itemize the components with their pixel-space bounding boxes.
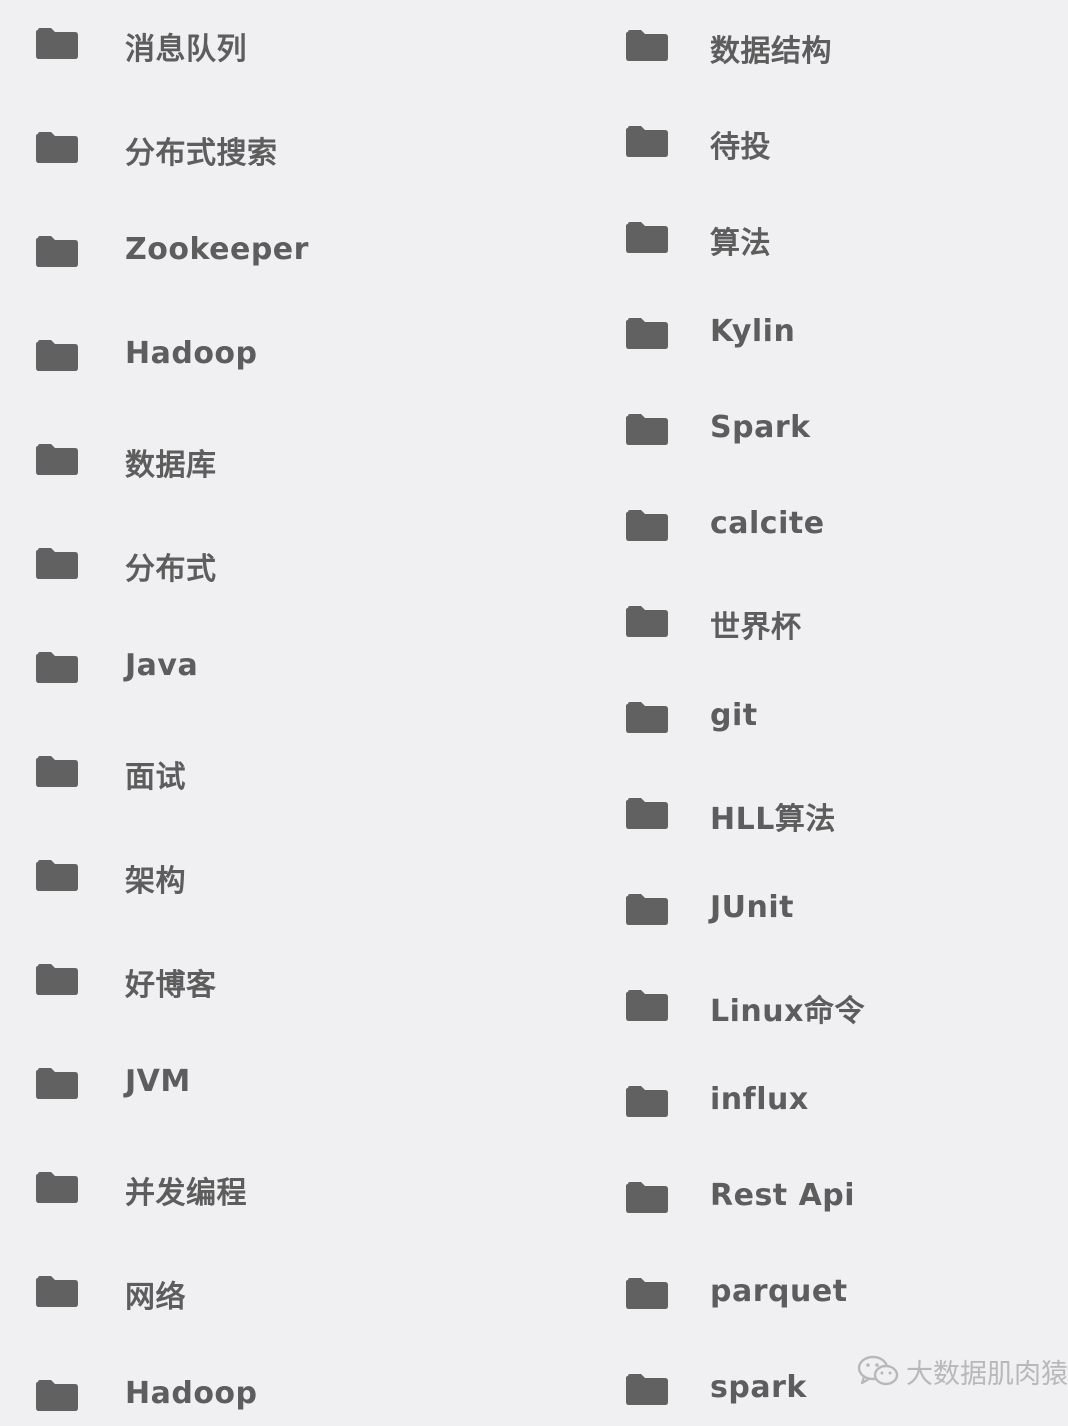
folder-label: Kylin (710, 314, 796, 349)
folder-label: JUnit (710, 890, 795, 925)
folder-icon (626, 702, 668, 733)
folder-item[interactable]: JVM (0, 1054, 560, 1114)
folder-label: influx (710, 1082, 809, 1117)
folder-label: 分布式 (125, 552, 217, 587)
folder-icon (626, 1278, 668, 1309)
folder-icon (626, 222, 668, 253)
folder-item[interactable]: influx (590, 1072, 1060, 1132)
folder-item[interactable]: Spark (590, 400, 1060, 460)
folder-item[interactable]: 消息队列 (0, 14, 560, 74)
folder-icon (626, 990, 668, 1021)
folder-icon (626, 510, 668, 541)
folder-item[interactable]: parquet (590, 1264, 1060, 1324)
folder-icon (626, 894, 668, 925)
folder-icon (36, 964, 78, 995)
folder-icon (626, 414, 668, 445)
folder-label: 网络 (125, 1280, 186, 1315)
folder-icon (626, 1374, 668, 1405)
folder-item[interactable]: git (590, 688, 1060, 748)
folder-label: Hadoop (125, 336, 258, 371)
folder-item[interactable]: Java (0, 638, 560, 698)
folder-label: Rest Api (710, 1178, 856, 1213)
folder-icon (36, 132, 78, 163)
folder-icon (36, 444, 78, 475)
folder-item[interactable]: 网络 (0, 1262, 560, 1322)
folder-item[interactable]: 并发编程 (0, 1158, 560, 1218)
folder-icon (36, 340, 78, 371)
folder-icon (36, 652, 78, 683)
folder-label: 世界杯 (710, 610, 802, 645)
folder-item[interactable]: Hadoop (0, 326, 560, 386)
watermark: 大数据肌肉猿 (856, 1354, 1068, 1390)
folder-item[interactable]: 面试 (0, 742, 560, 802)
folder-label: spark (710, 1370, 807, 1405)
folder-item[interactable]: Linux命令 (590, 976, 1060, 1036)
folder-label: 数据结构 (710, 34, 832, 69)
wechat-icon (857, 1355, 899, 1386)
folder-label: JVM (125, 1064, 191, 1099)
folder-label: Linux命令 (710, 994, 865, 1029)
folder-icon (36, 548, 78, 579)
folder-label: 好博客 (125, 968, 217, 1003)
folder-icon (36, 1068, 78, 1099)
folder-label: Spark (710, 410, 811, 445)
folder-label: 待投 (710, 130, 771, 165)
folder-item[interactable]: Rest Api (590, 1168, 1060, 1228)
folder-icon (36, 756, 78, 787)
folder-item[interactable]: 算法 (590, 208, 1060, 268)
folder-item[interactable]: Kylin (590, 304, 1060, 364)
folder-item[interactable]: 数据库 (0, 430, 560, 490)
folder-icon (626, 1086, 668, 1117)
watermark-text: 大数据肌肉猿 (906, 1358, 1068, 1390)
folder-label: calcite (710, 506, 825, 541)
folder-item[interactable]: JUnit (590, 880, 1060, 940)
folder-icon (626, 1182, 668, 1213)
folder-icon (626, 318, 668, 349)
folder-item[interactable]: 好博客 (0, 950, 560, 1010)
folder-item[interactable]: 架构 (0, 846, 560, 906)
folder-label: HLL算法 (710, 802, 836, 837)
folder-label: Hadoop (125, 1376, 258, 1411)
folder-item[interactable]: calcite (590, 496, 1060, 556)
folder-label: 数据库 (125, 448, 217, 483)
folder-icon (626, 606, 668, 637)
folder-label: 架构 (125, 864, 186, 899)
folder-label: Java (125, 648, 199, 683)
folder-item[interactable]: 待投 (590, 112, 1060, 172)
folder-icon (626, 30, 668, 61)
folder-label: git (710, 698, 758, 733)
folder-label: 并发编程 (125, 1176, 247, 1211)
folder-icon (36, 1276, 78, 1307)
folder-icon (36, 860, 78, 891)
folder-icon (626, 126, 668, 157)
folder-item[interactable]: Hadoop (0, 1366, 560, 1426)
folder-item[interactable]: Zookeeper (0, 222, 560, 282)
folder-label: 消息队列 (125, 32, 247, 67)
folder-icon (36, 1380, 78, 1411)
folder-item[interactable]: 分布式搜索 (0, 118, 560, 178)
folder-item[interactable]: 分布式 (0, 534, 560, 594)
folder-item[interactable]: HLL算法 (590, 784, 1060, 844)
folder-label: Zookeeper (125, 232, 309, 267)
folder-label: 面试 (125, 760, 186, 795)
folder-icon (36, 236, 78, 267)
folder-item[interactable]: 世界杯 (590, 592, 1060, 652)
folder-label: 分布式搜索 (125, 136, 278, 171)
folder-icon (626, 798, 668, 829)
folder-icon (36, 1172, 78, 1203)
folder-item[interactable]: 数据结构 (590, 16, 1060, 76)
folder-label: parquet (710, 1274, 848, 1309)
folder-icon (36, 28, 78, 59)
folder-label: 算法 (710, 226, 771, 261)
